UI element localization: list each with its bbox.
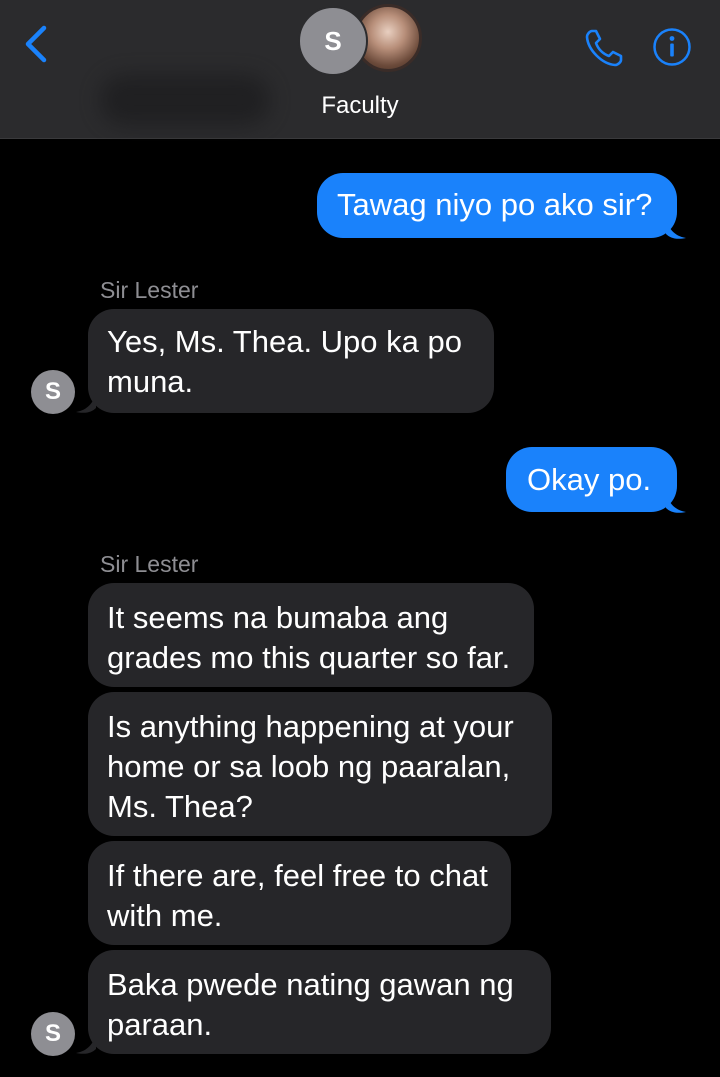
incoming-message[interactable]: Yes, Ms. Thea. Upo ka po muna. xyxy=(88,309,494,413)
sender-name: Sir Lester xyxy=(100,277,199,303)
outgoing-tail xyxy=(666,218,686,239)
conversation-header: S Faculty xyxy=(0,0,720,139)
chevron-left-icon xyxy=(25,25,47,63)
sender-name: Sir Lester xyxy=(100,551,199,577)
sender-avatar[interactable]: S xyxy=(31,370,75,414)
info-icon xyxy=(653,28,691,66)
message-line: Ms. Thea? xyxy=(107,789,253,824)
message-line: Okay po. xyxy=(527,462,652,497)
message-line: Is anything happening at your xyxy=(107,709,514,744)
incoming-tail xyxy=(76,392,96,413)
sender-avatar[interactable]: S xyxy=(31,1012,75,1056)
phone-icon xyxy=(585,29,623,67)
message-line: It seems na bumaba ang xyxy=(107,600,449,635)
incoming-message[interactable]: Baka pwede nating gawan ng paraan. xyxy=(88,950,551,1054)
message-line: muna. xyxy=(107,364,194,399)
message-line: Baka pwede nating gawan ng xyxy=(107,967,514,1002)
outgoing-message[interactable]: Okay po. xyxy=(506,447,677,512)
outgoing-tail xyxy=(666,492,686,513)
call-button[interactable] xyxy=(582,26,626,70)
info-button[interactable] xyxy=(652,27,692,67)
incoming-message[interactable]: It seems na bumaba ang grades mo this qu… xyxy=(88,583,534,687)
incoming-message[interactable]: If there are, feel free to chat with me. xyxy=(88,841,511,945)
group-name[interactable]: Faculty xyxy=(0,92,720,120)
message-line: Tawag niyo po ako sir? xyxy=(337,187,653,222)
message-line: grades mo this quarter so far. xyxy=(107,640,511,675)
incoming-message[interactable]: Is anything happening at your home or sa… xyxy=(88,692,552,836)
back-button[interactable] xyxy=(18,22,58,66)
avatar-initial: S xyxy=(298,6,368,76)
incoming-tail xyxy=(76,1033,96,1054)
message-line: Yes, Ms. Thea. Upo ka po xyxy=(107,324,462,359)
message-line: with me. xyxy=(107,898,223,933)
group-avatar[interactable]: S xyxy=(298,4,426,76)
message-line: home or sa loob ng paaralan, xyxy=(107,749,511,784)
message-line: If there are, feel free to chat xyxy=(107,858,488,893)
outgoing-message[interactable]: Tawag niyo po ako sir? xyxy=(317,173,677,238)
message-line: paraan. xyxy=(107,1007,213,1042)
